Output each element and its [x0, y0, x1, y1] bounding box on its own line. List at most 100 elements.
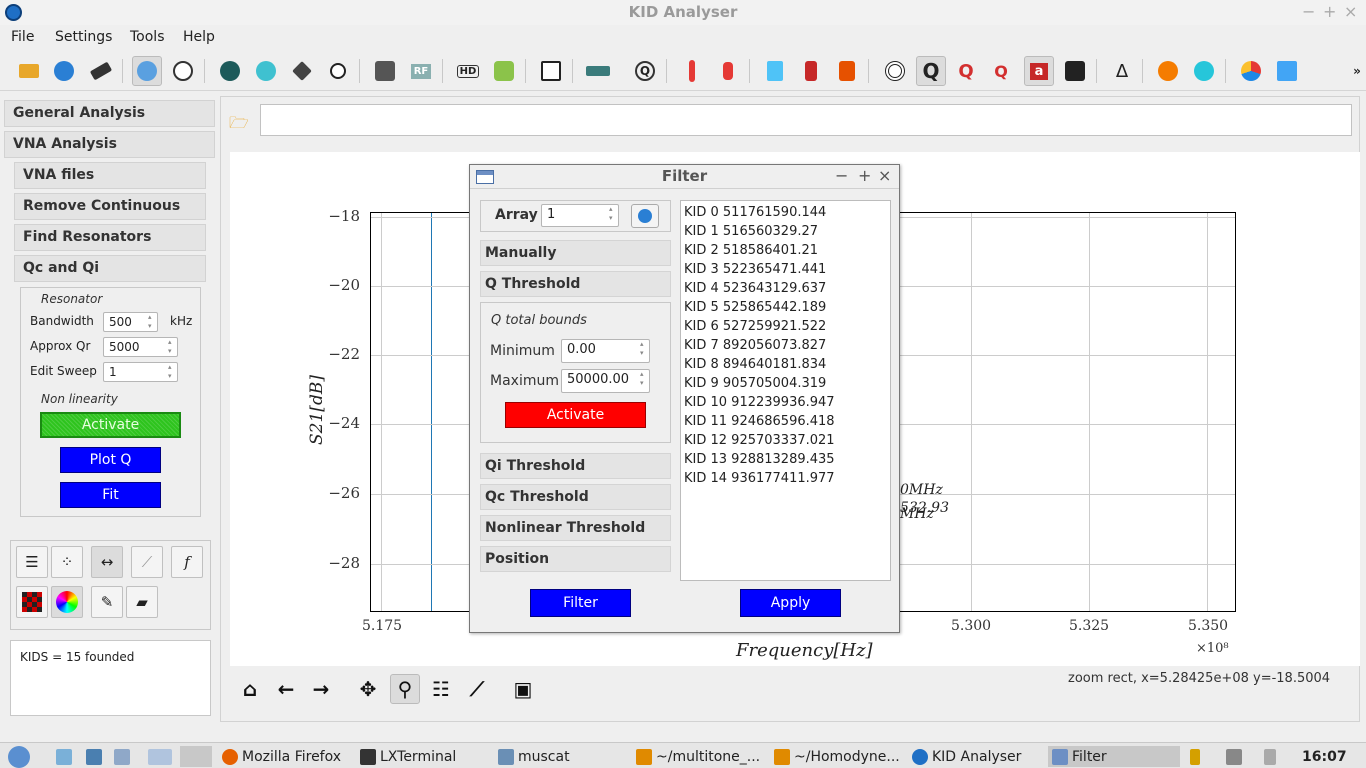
- menu-help[interactable]: Help: [183, 29, 215, 45]
- tab-qc-qi[interactable]: Qc and Qi: [14, 255, 206, 282]
- taskbar-multitone[interactable]: ~/multitone_...: [636, 746, 760, 767]
- q-circle-icon[interactable]: Q: [630, 56, 660, 86]
- battery-icon[interactable]: [1190, 746, 1200, 767]
- apply-button[interactable]: Apply: [740, 589, 841, 617]
- list-item[interactable]: KID 6 527259921.522: [684, 317, 887, 336]
- character-icon[interactable]: [796, 56, 826, 86]
- a-icon[interactable]: a: [1024, 56, 1054, 86]
- list-item[interactable]: KID 14 936177411.977: [684, 469, 887, 488]
- list-item[interactable]: KID 5 525865442.189: [684, 298, 887, 317]
- refresh-array-icon[interactable]: [631, 204, 659, 228]
- open-path-icon[interactable]: 🗁: [229, 112, 251, 132]
- colormap-icon[interactable]: [16, 586, 48, 618]
- list-item[interactable]: KID 3 522365471.441: [684, 260, 887, 279]
- taskbar-homodyne[interactable]: ~/Homodyne...: [774, 746, 900, 767]
- bluetooth-icon[interactable]: [132, 56, 162, 86]
- section-qc-threshold[interactable]: Qc Threshold: [480, 484, 671, 510]
- dialog-close-button[interactable]: ×: [878, 166, 891, 185]
- hourglass-icon[interactable]: [760, 56, 790, 86]
- list-item[interactable]: KID 9 905705004.319: [684, 374, 887, 393]
- list-item[interactable]: KID 8 894640181.834: [684, 355, 887, 374]
- tab-find-resonators[interactable]: Find Resonators: [14, 224, 206, 251]
- dialog-maximize-button[interactable]: +: [858, 166, 871, 185]
- tab-general-analysis[interactable]: General Analysis: [4, 100, 215, 127]
- map-icon[interactable]: [1272, 56, 1302, 86]
- sync-icon[interactable]: [1189, 56, 1219, 86]
- section-position[interactable]: Position: [480, 546, 671, 572]
- broom-icon[interactable]: [287, 56, 317, 86]
- section-qi-threshold[interactable]: Qi Threshold: [480, 453, 671, 479]
- approx-qr-input[interactable]: 5000: [103, 337, 178, 357]
- q-activate-button[interactable]: Activate: [505, 402, 646, 428]
- person-icon[interactable]: [1060, 56, 1090, 86]
- waveform-icon[interactable]: [536, 56, 566, 86]
- hd-icon[interactable]: HD: [453, 56, 483, 86]
- eraser-small-icon[interactable]: ▰: [126, 586, 158, 618]
- circle-icon[interactable]: [323, 56, 353, 86]
- zoom-map-icon[interactable]: [251, 56, 281, 86]
- file-manager-icon[interactable]: [56, 746, 72, 767]
- section-q-threshold[interactable]: Q Threshold: [480, 271, 671, 297]
- taskbar-muscat[interactable]: muscat: [498, 746, 570, 767]
- q-red-small-icon[interactable]: Q: [986, 56, 1016, 86]
- desktop-icon[interactable]: [148, 746, 172, 767]
- q-icon[interactable]: Q: [916, 56, 946, 86]
- bandwidth-input[interactable]: 500: [103, 312, 158, 332]
- range-select-icon[interactable]: ↔: [91, 546, 123, 578]
- menu-settings[interactable]: Settings: [55, 29, 112, 45]
- section-manually[interactable]: Manually: [480, 240, 671, 266]
- tab-remove-continuous[interactable]: Remove Continuous: [14, 193, 206, 220]
- volume-icon[interactable]: [1264, 746, 1276, 767]
- configure-subplots-icon[interactable]: ☷: [426, 674, 456, 704]
- tab-vna-files[interactable]: VNA files: [14, 162, 206, 189]
- open-folder-icon[interactable]: [14, 56, 44, 86]
- list-item[interactable]: KID 10 912239936.947: [684, 393, 887, 412]
- scatter-cursor-icon[interactable]: ⁘: [51, 546, 83, 578]
- delta-icon[interactable]: Δ: [1107, 56, 1137, 86]
- edit-sweep-input[interactable]: 1: [103, 362, 178, 382]
- refresh-icon[interactable]: [49, 56, 79, 86]
- clock-icon[interactable]: [215, 56, 245, 86]
- thermometer-icon[interactable]: [677, 56, 707, 86]
- target-icon[interactable]: [880, 56, 910, 86]
- dialog-minimize-button[interactable]: −: [835, 166, 848, 185]
- kid-list[interactable]: KID 0 511761590.144 KID 1 516560329.27 K…: [680, 200, 891, 581]
- array-input[interactable]: 1: [541, 204, 619, 227]
- menu-tools[interactable]: Tools: [130, 29, 165, 45]
- tab-vna-analysis[interactable]: VNA Analysis: [4, 131, 215, 158]
- cable-icon[interactable]: [370, 56, 400, 86]
- taskbar-firefox[interactable]: Mozilla Firefox: [222, 746, 341, 767]
- device-icon[interactable]: [583, 56, 613, 86]
- path-input[interactable]: [260, 104, 1352, 136]
- pen-icon[interactable]: ✎: [91, 586, 123, 618]
- list-item[interactable]: KID 2 518586401.21: [684, 241, 887, 260]
- iq-icon[interactable]: [489, 56, 519, 86]
- list-icon[interactable]: ☰: [16, 546, 48, 578]
- section-nonlinear-threshold[interactable]: Nonlinear Threshold: [480, 515, 671, 541]
- pie-chart-icon[interactable]: [1236, 56, 1266, 86]
- close-button[interactable]: ×: [1344, 2, 1357, 21]
- eraser-icon[interactable]: [86, 56, 116, 86]
- maximum-input[interactable]: 50000.00: [561, 369, 650, 393]
- list-item[interactable]: KID 1 516560329.27: [684, 222, 887, 241]
- home-icon[interactable]: ⌂: [235, 674, 265, 704]
- temperature-icon[interactable]: [713, 56, 743, 86]
- q-red-icon[interactable]: Q: [951, 56, 981, 86]
- minimize-button[interactable]: −: [1302, 2, 1315, 21]
- edit-axis-icon[interactable]: ⟋: [462, 674, 492, 704]
- menu-file[interactable]: File: [11, 29, 34, 45]
- save-icon[interactable]: ▣: [508, 674, 538, 704]
- taskbar-filter[interactable]: Filter: [1048, 746, 1180, 767]
- rf-icon[interactable]: RF: [406, 56, 436, 86]
- network-status-icon[interactable]: [1226, 746, 1242, 767]
- line-chart-icon[interactable]: ⟋: [131, 546, 163, 578]
- zoom-icon[interactable]: ⚲: [390, 674, 420, 704]
- nonlinearity-activate-button[interactable]: Activate: [40, 412, 181, 438]
- list-item[interactable]: KID 13 928813289.435: [684, 450, 887, 469]
- network-icon[interactable]: [86, 746, 102, 767]
- filter-button[interactable]: Filter: [530, 589, 631, 617]
- list-item[interactable]: KID 4 523643129.637: [684, 279, 887, 298]
- clover-icon[interactable]: [168, 56, 198, 86]
- list-item[interactable]: KID 7 892056073.827: [684, 336, 887, 355]
- fit-button[interactable]: Fit: [60, 482, 161, 508]
